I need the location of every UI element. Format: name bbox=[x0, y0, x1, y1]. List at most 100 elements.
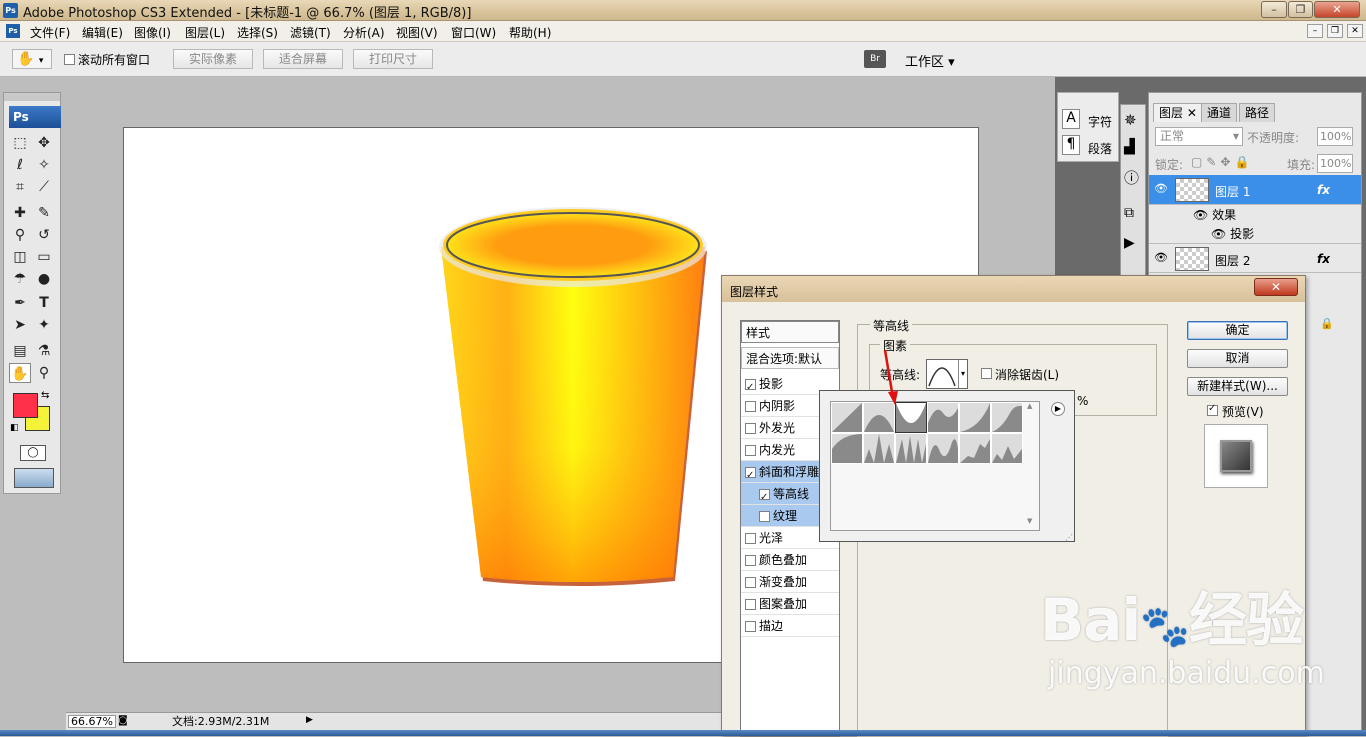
blend-mode-select[interactable]: 正常 ▾ bbox=[1155, 127, 1243, 146]
menu-file[interactable]: 文件(F) bbox=[30, 24, 70, 41]
menu-analysis[interactable]: 分析(A) bbox=[343, 24, 385, 41]
styles-header[interactable]: 样式 bbox=[741, 321, 839, 343]
style-item[interactable]: 描边 bbox=[741, 615, 839, 637]
eyedropper-icon[interactable]: ⚗ bbox=[33, 341, 55, 361]
visibility-eye-icon[interactable]: 👁 bbox=[1154, 182, 1168, 195]
picker-menu-icon[interactable]: ▶ bbox=[1051, 402, 1065, 416]
bridge-icon[interactable]: Br bbox=[864, 50, 886, 68]
shape-tool-icon[interactable]: ✦ bbox=[33, 315, 55, 335]
status-menu-icon[interactable]: ◙ bbox=[118, 715, 132, 728]
paragraph-label[interactable]: 段落 bbox=[1088, 140, 1112, 157]
contour-preset-9[interactable] bbox=[895, 433, 927, 464]
brush-tool-icon[interactable]: ✎ bbox=[33, 203, 55, 223]
workspace-menu[interactable]: 工作区 ▾ bbox=[905, 51, 955, 70]
history-brush-icon[interactable]: ↺ bbox=[33, 225, 55, 245]
style-item[interactable]: 图案叠加 bbox=[741, 593, 839, 615]
fx-icon[interactable]: fx bbox=[1317, 252, 1330, 266]
menu-view[interactable]: 视图(V) bbox=[396, 24, 438, 41]
slice-tool-icon[interactable]: ⟋ bbox=[33, 177, 55, 197]
tab-channels[interactable]: 通道 bbox=[1201, 103, 1238, 122]
close-button[interactable]: ✕ bbox=[1314, 1, 1360, 18]
style-item-checkbox[interactable] bbox=[745, 555, 756, 566]
navigator-icon[interactable]: ✵ bbox=[1124, 111, 1137, 129]
menu-filter[interactable]: 滤镜(T) bbox=[290, 24, 331, 41]
screen-mode-icon[interactable] bbox=[14, 468, 54, 488]
tab-paths[interactable]: 路径 bbox=[1239, 103, 1276, 122]
contour-preset-7[interactable] bbox=[831, 433, 863, 464]
contour-picker-button[interactable]: ▾ bbox=[926, 359, 968, 389]
tool-preset-picker[interactable]: ✋ ▾ bbox=[12, 49, 52, 69]
menu-select[interactable]: 选择(S) bbox=[237, 24, 278, 41]
path-selection-icon[interactable]: ➤ bbox=[9, 315, 31, 335]
style-item-checkbox[interactable] bbox=[745, 423, 756, 434]
style-item[interactable]: 渐变叠加 bbox=[741, 571, 839, 593]
contour-preset-11[interactable] bbox=[959, 433, 991, 464]
doc-minimize-button[interactable]: – bbox=[1307, 24, 1323, 38]
fx-icon[interactable]: fx bbox=[1317, 183, 1330, 197]
actual-pixels-button[interactable]: 实际像素 bbox=[173, 49, 253, 69]
fit-screen-button[interactable]: 适合屏幕 bbox=[263, 49, 343, 69]
notes-tool-icon[interactable]: ▤ bbox=[9, 341, 31, 361]
scroll-down-icon[interactable]: ▼ bbox=[1027, 517, 1032, 525]
swap-colors-icon[interactable]: ⇆ bbox=[41, 390, 49, 401]
blend-options-item[interactable]: 混合选项:默认 bbox=[741, 347, 839, 369]
minimize-button[interactable]: – bbox=[1261, 1, 1287, 18]
menu-window[interactable]: 窗口(W) bbox=[451, 24, 496, 41]
scroll-up-icon[interactable]: ▲ bbox=[1027, 402, 1032, 410]
type-tool-icon[interactable]: T bbox=[33, 293, 55, 313]
style-item-checkbox[interactable] bbox=[745, 533, 756, 544]
crop-tool-icon[interactable]: ⌗ bbox=[9, 177, 31, 197]
style-item-checkbox[interactable] bbox=[745, 445, 756, 456]
marquee-tool-icon[interactable]: ⬚ bbox=[9, 133, 31, 153]
contour-preset-10[interactable] bbox=[927, 433, 959, 464]
move-tool-icon[interactable]: ✥ bbox=[33, 133, 55, 153]
clone-stamp-icon[interactable]: ⚲ bbox=[9, 225, 31, 245]
contour-preset-4[interactable] bbox=[927, 402, 959, 433]
histogram-icon[interactable]: ▟ bbox=[1124, 139, 1135, 155]
menu-help[interactable]: 帮助(H) bbox=[509, 24, 551, 41]
eraser-tool-icon[interactable]: ◫ bbox=[9, 247, 31, 267]
doc-restore-button[interactable]: ❐ bbox=[1327, 24, 1343, 38]
layer-row-1[interactable]: 👁 图层 1 fx bbox=[1149, 175, 1361, 205]
lasso-tool-icon[interactable]: ℓ bbox=[9, 155, 31, 175]
fill-field[interactable]: 100% bbox=[1317, 154, 1353, 173]
preview-checkbox[interactable] bbox=[1207, 403, 1218, 416]
toolbox-grip[interactable] bbox=[4, 93, 60, 101]
scroll-all-windows-checkbox[interactable] bbox=[64, 54, 75, 65]
quick-mask-icon[interactable]: ◯ bbox=[20, 445, 46, 461]
dialog-title-bar[interactable]: 图层样式 ✕ bbox=[722, 276, 1305, 302]
style-item-checkbox[interactable] bbox=[745, 577, 756, 588]
contour-preset-6[interactable] bbox=[991, 402, 1023, 433]
menu-edit[interactable]: 编辑(E) bbox=[82, 24, 123, 41]
cancel-button[interactable]: 取消 bbox=[1187, 349, 1288, 368]
print-size-button[interactable]: 打印尺寸 bbox=[353, 49, 433, 69]
default-colors-icon[interactable]: ◧ bbox=[10, 423, 19, 433]
pen-tool-icon[interactable]: ✒ bbox=[9, 293, 31, 313]
gradient-tool-icon[interactable]: ▭ bbox=[33, 247, 55, 267]
tab-layers[interactable]: 图层 ✕ bbox=[1153, 103, 1203, 122]
menu-image[interactable]: 图像(I) bbox=[134, 24, 171, 41]
contour-preset-1[interactable] bbox=[831, 402, 863, 433]
blur-tool-icon[interactable]: ☂ bbox=[9, 269, 31, 289]
character-icon[interactable]: A bbox=[1062, 109, 1080, 129]
contour-preset-5[interactable] bbox=[959, 402, 991, 433]
opacity-field[interactable]: 100% bbox=[1317, 127, 1353, 146]
paragraph-icon[interactable]: ¶ bbox=[1062, 135, 1080, 155]
style-item-checkbox[interactable] bbox=[745, 599, 756, 610]
history-icon[interactable]: ⧉ bbox=[1124, 205, 1134, 221]
visibility-eye-icon[interactable]: 👁 bbox=[1154, 251, 1168, 264]
foreground-color-swatch[interactable] bbox=[13, 393, 38, 418]
resize-grip-icon[interactable]: ⋰ bbox=[1065, 533, 1073, 542]
actions-icon[interactable]: ▶ bbox=[1124, 235, 1135, 251]
style-item-checkbox[interactable] bbox=[759, 511, 770, 522]
drop-shadow-row[interactable]: 👁 投影 bbox=[1211, 225, 1254, 242]
hand-tool-icon[interactable]: ✋ bbox=[9, 363, 31, 383]
status-arrow-icon[interactable]: ▶ bbox=[306, 715, 313, 725]
character-label[interactable]: 字符 bbox=[1088, 113, 1112, 130]
dodge-tool-icon[interactable]: ● bbox=[33, 269, 55, 289]
magic-wand-icon[interactable]: ✧ bbox=[33, 155, 55, 175]
style-item-checkbox[interactable] bbox=[745, 377, 756, 399]
info-icon[interactable]: ⓘ bbox=[1124, 167, 1139, 188]
style-item-checkbox[interactable] bbox=[745, 401, 756, 412]
ok-button[interactable]: 确定 bbox=[1187, 321, 1288, 340]
